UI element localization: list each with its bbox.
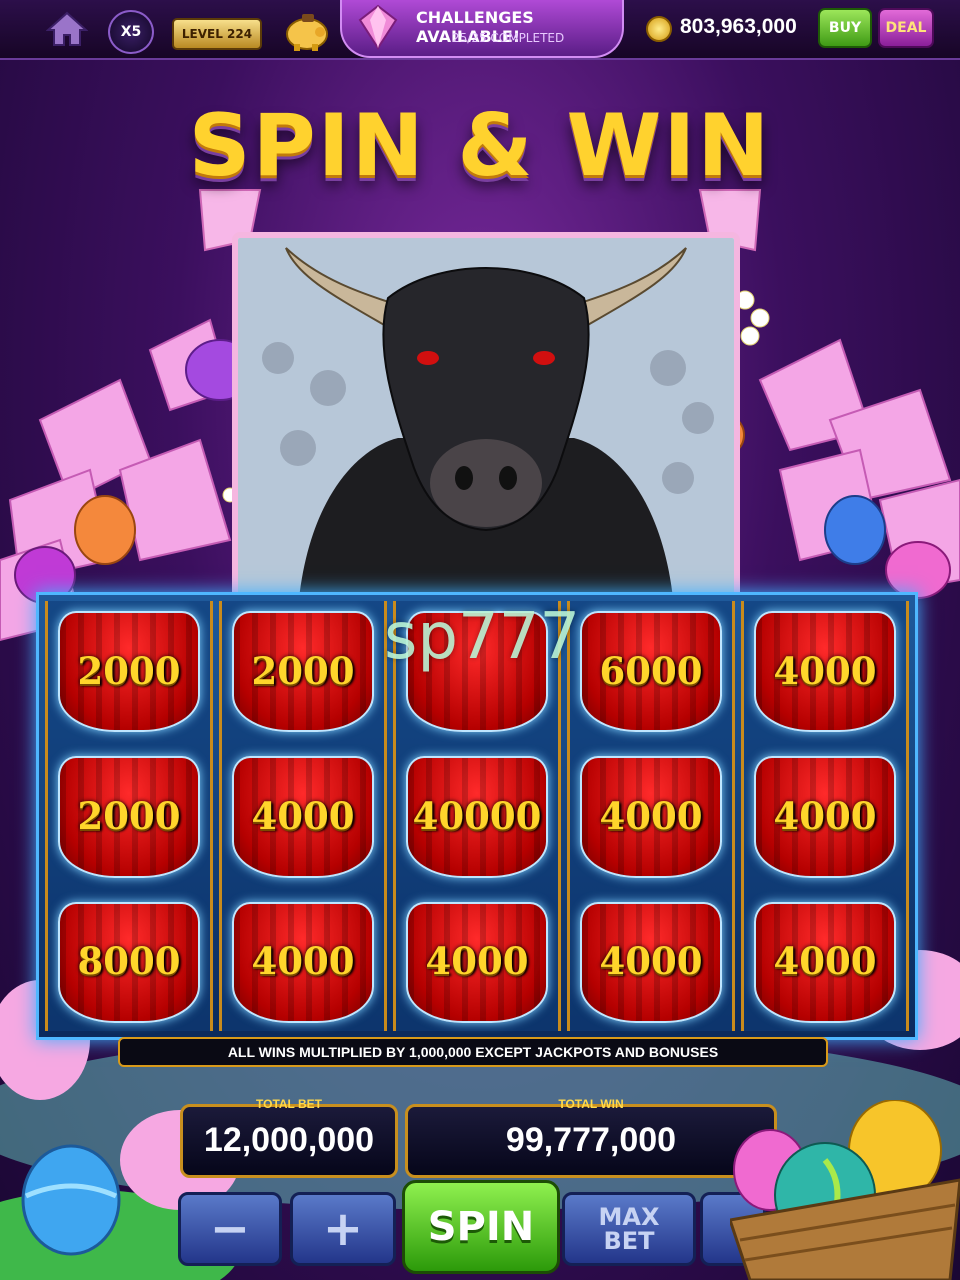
reel-cell: 40000 [396,746,558,885]
cell-value: 4000 [251,939,355,984]
reel-cell: 4000 [396,892,558,1031]
reel-cell: 2000 [48,601,210,740]
bull-illustration [238,238,734,608]
reel-cell: 6000 [570,601,732,740]
reel-2: 2000 4000 4000 [219,601,387,1031]
cell-value: 6000 [599,648,703,693]
reel-cell: 4000 [744,892,906,1031]
total-bet-label: TOTAL BET [256,1097,322,1111]
game-title: SPIN & WIN [188,96,772,196]
total-win-value: 99,777,000 [505,1121,677,1159]
total-win-label: TOTAL WIN [558,1097,624,1111]
easter-egg-icon [21,1144,121,1256]
decrease-bet-button[interactable]: − [178,1192,282,1266]
spin-button[interactable]: SPIN [402,1180,560,1274]
reel-cell: 4000 [744,746,906,885]
cell-value: 2000 [77,793,181,838]
total-bet-value: 12,000,000 [203,1121,375,1159]
piggy-bank-icon [286,14,328,51]
level-indicator[interactable]: LEVEL 224 [172,18,262,50]
cell-value: 4000 [599,793,703,838]
home-icon [45,11,89,46]
piggy-bank-button[interactable] [282,8,332,52]
cell-value: 8000 [77,939,181,984]
increase-bet-button[interactable]: + [290,1192,396,1266]
reel-cell: 8000 [48,892,210,1031]
cell-value: 4000 [773,939,877,984]
reel-4: 6000 4000 4000 [567,601,735,1031]
egg-basket-icon [730,1100,960,1280]
total-bet-display: TOTAL BET 12,000,000 [180,1097,398,1178]
cell-value: 4000 [425,939,529,984]
coin-icon [646,16,672,42]
total-win-display: TOTAL WIN 99,777,000 [405,1097,777,1178]
watermark-text: sp777 [384,600,581,674]
buy-button[interactable]: BUY [818,8,872,48]
top-bar: X5 LEVEL 224 CHALLENGES AVAILABLE! 25/25… [0,0,960,60]
deal-button[interactable]: DEAL [878,8,934,48]
cell-value: 2000 [77,648,181,693]
challenges-banner[interactable]: CHALLENGES AVAILABLE! 25/25 COMPLETED [340,0,624,58]
reel-cell: 4000 [222,746,384,885]
reel-cell: 4000 [222,892,384,1031]
max-bet-line1: MAX [598,1203,660,1231]
cell-value: 4000 [599,939,703,984]
reel-cell: 2000 [222,601,384,740]
home-button[interactable] [45,10,89,48]
bull-portrait-frame [232,232,740,614]
reel-cell: 2000 [48,746,210,885]
multiplier-info-banner: ALL WINS MULTIPLIED BY 1,000,000 EXCEPT … [118,1037,828,1067]
cell-value: 2000 [251,648,355,693]
max-bet-line2: BET [603,1227,655,1255]
cell-value: 40000 [412,793,542,838]
reel-cell: 4000 [570,746,732,885]
reel-cell: 4000 [570,892,732,1031]
coin-balance: 803,963,000 [680,15,797,38]
cell-value: 4000 [251,793,355,838]
reel-1: 2000 2000 8000 [45,601,213,1031]
xp-multiplier-badge[interactable]: X5 [108,10,154,54]
reel-5: 4000 4000 4000 [741,601,909,1031]
gem-icon [358,4,398,50]
cell-value: 4000 [773,648,877,693]
challenges-progress: 25/25 COMPLETED [452,31,565,45]
max-bet-button[interactable]: MAX BET [562,1192,696,1266]
reel-cell: 4000 [744,601,906,740]
cell-value: 4000 [773,793,877,838]
